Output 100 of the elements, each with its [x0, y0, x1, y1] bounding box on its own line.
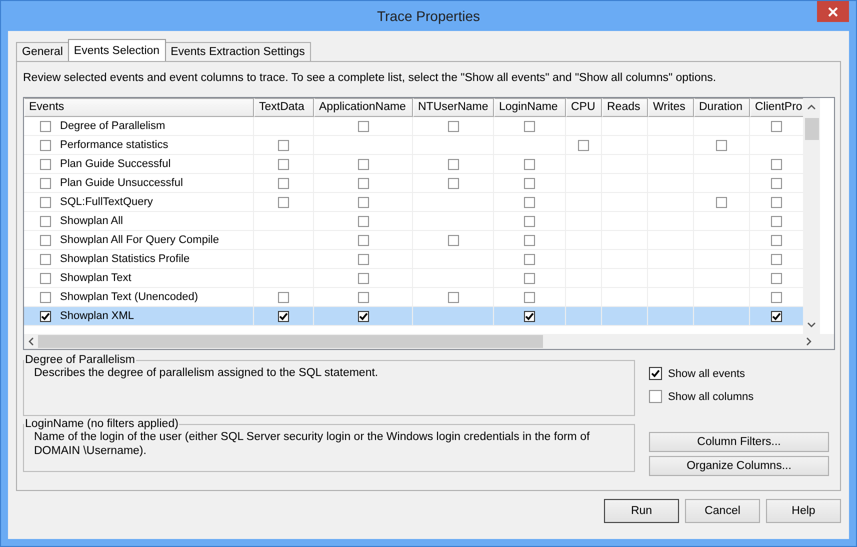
column-checkbox[interactable]	[524, 158, 535, 170]
column-checkbox[interactable]	[578, 140, 589, 150]
column-header[interactable]: Reads	[602, 98, 648, 117]
scroll-left-icon[interactable]	[28, 337, 34, 346]
event-checkbox[interactable]	[40, 196, 51, 208]
event-checkbox[interactable]	[40, 216, 51, 226]
event-cell[interactable]: Showplan Statistics Profile	[24, 250, 254, 269]
event-checkbox[interactable]	[40, 120, 51, 132]
column-checkbox[interactable]	[358, 310, 368, 322]
vertical-scrollbar[interactable]	[803, 98, 820, 334]
column-checkbox[interactable]	[358, 158, 368, 170]
event-cell[interactable]: Showplan Text	[24, 269, 254, 288]
column-checkbox[interactable]	[448, 234, 458, 246]
column-checkbox[interactable]	[358, 254, 368, 264]
column-checkbox[interactable]	[771, 120, 782, 132]
column-checkbox[interactable]	[524, 234, 535, 246]
table-cell	[648, 117, 694, 136]
event-checkbox[interactable]	[40, 272, 51, 284]
dialog-button[interactable]: Cancel	[685, 499, 760, 523]
event-checkbox[interactable]	[40, 158, 51, 170]
column-header[interactable]: LoginName	[494, 98, 566, 117]
scroll-down-icon[interactable]	[807, 322, 816, 328]
dialog-button[interactable]: Column Filters...	[649, 432, 829, 452]
column-checkbox[interactable]	[358, 120, 368, 132]
dialog-button[interactable]: Run	[604, 499, 679, 523]
event-checkbox[interactable]	[40, 254, 51, 264]
event-name: Showplan Statistics Profile	[60, 253, 190, 265]
column-checkbox[interactable]	[771, 178, 782, 188]
event-checkbox[interactable]	[40, 292, 51, 302]
column-checkbox[interactable]	[771, 254, 782, 264]
dialog-button[interactable]: Organize Columns...	[649, 456, 829, 476]
column-checkbox[interactable]	[771, 292, 782, 302]
column-checkbox[interactable]	[358, 272, 368, 284]
column-checkbox[interactable]	[278, 196, 289, 208]
column-checkbox[interactable]	[278, 140, 289, 150]
scroll-up-icon[interactable]	[807, 104, 816, 110]
option-label[interactable]: Show all columns	[668, 390, 754, 402]
column-checkbox[interactable]	[524, 178, 535, 188]
tab[interactable]: Events Extraction Settings	[164, 42, 311, 61]
column-checkbox[interactable]	[278, 292, 289, 302]
column-checkbox[interactable]	[771, 272, 782, 284]
close-button[interactable]	[817, 1, 849, 22]
horizontal-scrollbar[interactable]	[24, 334, 834, 349]
column-checkbox[interactable]	[771, 234, 782, 246]
column-checkbox[interactable]	[278, 158, 289, 170]
tab[interactable]: Events Selection	[68, 39, 166, 61]
column-checkbox[interactable]	[771, 196, 782, 208]
event-cell[interactable]: Plan Guide Unsuccessful	[24, 174, 254, 193]
column-checkbox[interactable]	[716, 196, 727, 208]
event-cell[interactable]: Degree of Parallelism	[24, 117, 254, 136]
event-cell[interactable]: Showplan All For Query Compile	[24, 231, 254, 250]
column-checkbox[interactable]	[278, 310, 289, 322]
scroll-thumb[interactable]	[38, 335, 543, 348]
event-cell[interactable]: Performance statistics	[24, 136, 254, 155]
event-cell[interactable]: Showplan All	[24, 212, 254, 231]
option-checkbox[interactable]	[649, 390, 662, 403]
option-label[interactable]: Show all events	[668, 368, 746, 380]
event-checkbox[interactable]	[40, 234, 51, 246]
column-checkbox[interactable]	[524, 272, 535, 284]
column-checkbox[interactable]	[448, 158, 458, 170]
column-checkbox[interactable]	[358, 196, 368, 208]
column-checkbox[interactable]	[358, 178, 368, 188]
column-checkbox[interactable]	[771, 216, 782, 226]
column-checkbox[interactable]	[448, 120, 458, 132]
column-header[interactable]: CPU	[566, 98, 602, 117]
column-checkbox[interactable]	[771, 158, 782, 170]
column-header[interactable]: Writes	[648, 98, 694, 117]
column-checkbox[interactable]	[448, 292, 458, 302]
column-header[interactable]: Duration	[694, 98, 750, 117]
column-checkbox[interactable]	[358, 292, 368, 302]
event-checkbox[interactable]	[40, 140, 51, 150]
column-header[interactable]: Events	[24, 98, 254, 117]
scroll-right-icon[interactable]	[806, 337, 812, 346]
table-cell	[602, 117, 648, 136]
event-checkbox[interactable]	[40, 310, 51, 322]
column-header[interactable]: NTUserName	[413, 98, 494, 117]
column-checkbox[interactable]	[716, 140, 727, 150]
column-header[interactable]: ApplicationName	[314, 98, 413, 117]
column-checkbox[interactable]	[524, 254, 535, 264]
event-checkbox[interactable]	[40, 178, 51, 188]
column-header[interactable]: ClientPro	[750, 98, 803, 117]
column-checkbox[interactable]	[524, 310, 535, 322]
instruction-text: Review selected events and event columns to trace. To see a complete list, select the "Show all events" and "Show all columns" options.	[23, 72, 718, 84]
option-checkbox[interactable]	[649, 367, 662, 380]
column-checkbox[interactable]	[448, 178, 458, 188]
tab[interactable]: General	[16, 42, 69, 61]
column-checkbox[interactable]	[771, 310, 782, 322]
column-checkbox[interactable]	[524, 120, 535, 132]
column-checkbox[interactable]	[278, 178, 289, 188]
dialog-button[interactable]: Help	[766, 499, 841, 523]
column-header[interactable]: TextData	[254, 98, 314, 117]
column-checkbox[interactable]	[524, 292, 535, 302]
scroll-thumb[interactable]	[804, 118, 818, 140]
column-checkbox[interactable]	[524, 196, 535, 208]
column-checkbox[interactable]	[358, 234, 368, 246]
column-checkbox[interactable]	[358, 216, 368, 226]
event-name: Showplan XML	[60, 310, 134, 322]
column-checkbox[interactable]	[524, 216, 535, 226]
event-cell[interactable]: Plan Guide Successful	[24, 155, 254, 174]
event-cell[interactable]: SQL:FullTextQuery	[24, 193, 254, 212]
